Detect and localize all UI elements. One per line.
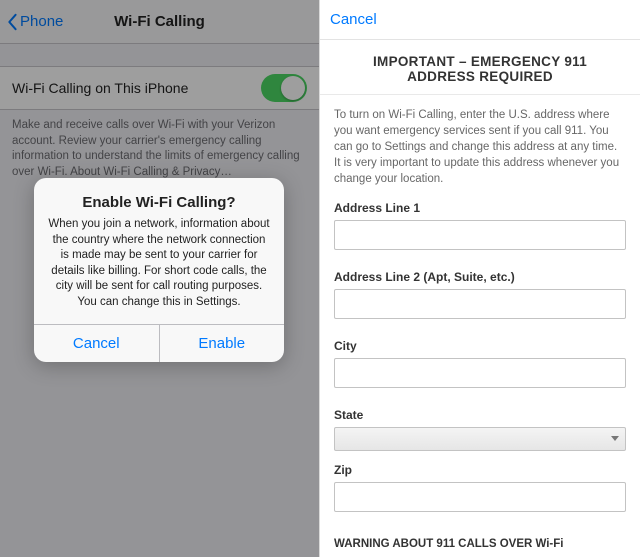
form-intro: To turn on Wi-Fi Calling, enter the U.S.… [334, 107, 626, 187]
select-state[interactable] [334, 427, 626, 451]
input-address-1[interactable] [334, 220, 626, 250]
alert-message: When you join a network, information abo… [48, 217, 270, 310]
form-header: Cancel [320, 0, 640, 40]
cancel-button[interactable]: Cancel [330, 11, 377, 28]
alert-enable-button[interactable]: Enable [159, 325, 285, 362]
label-address-2: Address Line 2 (Apt, Suite, etc.) [334, 270, 626, 284]
label-address-1: Address Line 1 [334, 201, 626, 215]
warning-heading: WARNING ABOUT 911 CALLS OVER Wi-Fi [334, 538, 626, 550]
enable-wifi-calling-alert: Enable Wi-Fi Calling? When you join a ne… [34, 178, 284, 362]
label-zip: Zip [334, 463, 626, 477]
input-zip[interactable] [334, 482, 626, 512]
form-title: IMPORTANT – EMERGENCY 911 ADDRESS REQUIR… [320, 40, 640, 95]
settings-screen-wifi-calling: Phone Wi-Fi Calling Wi-Fi Calling on Thi… [0, 0, 319, 557]
alert-body: Enable Wi-Fi Calling? When you join a ne… [34, 178, 284, 324]
label-city: City [334, 339, 626, 353]
input-address-2[interactable] [334, 289, 626, 319]
alert-cancel-button[interactable]: Cancel [34, 325, 159, 362]
alert-buttons: Cancel Enable [34, 324, 284, 362]
e911-address-form: Cancel IMPORTANT – EMERGENCY 911 ADDRESS… [319, 0, 640, 557]
form-content: To turn on Wi-Fi Calling, enter the U.S.… [320, 95, 640, 557]
input-city[interactable] [334, 358, 626, 388]
alert-title: Enable Wi-Fi Calling? [48, 194, 270, 211]
label-state: State [334, 408, 626, 422]
